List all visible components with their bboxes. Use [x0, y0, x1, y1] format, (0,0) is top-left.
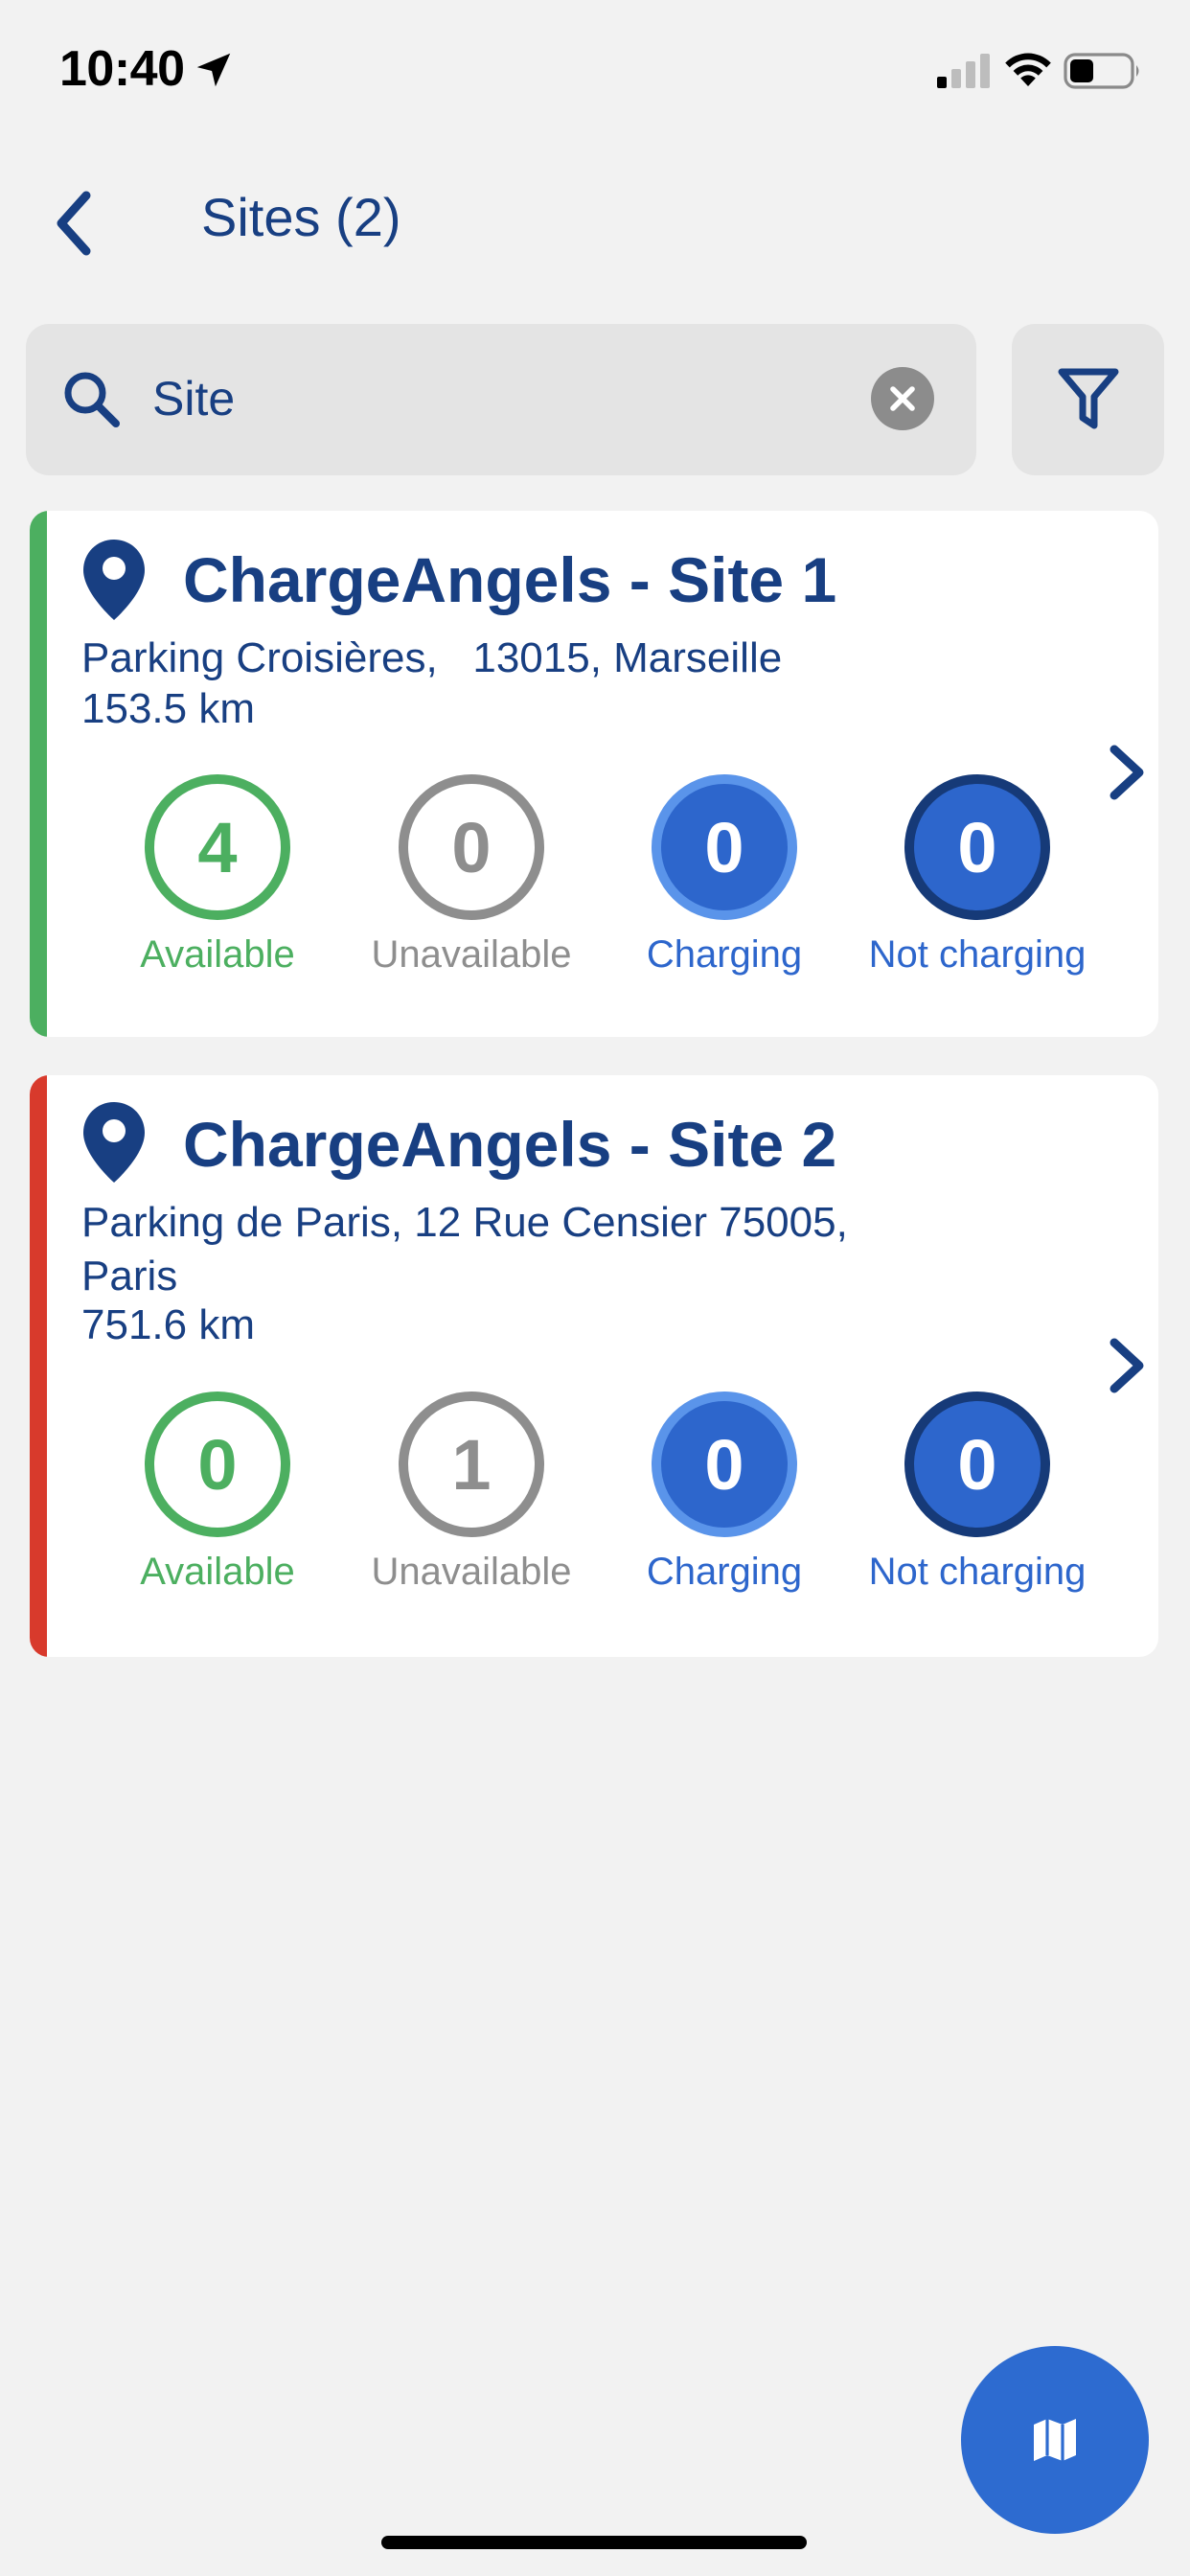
wifi-icon — [1005, 53, 1051, 86]
site-card-2[interactable]: ChargeAngels - Site 2 Parking de Paris, … — [30, 1075, 1158, 1657]
stat-not-charging: 0 Not charging — [851, 1392, 1104, 1594]
filter-button[interactable] — [1012, 324, 1164, 475]
search-icon — [64, 372, 120, 427]
battery-icon — [1064, 53, 1139, 89]
status-accent-bar — [30, 1075, 47, 1657]
stat-charging: 0 Charging — [598, 774, 851, 977]
charging-count: 0 — [652, 1392, 797, 1537]
not-charging-label: Not charging — [868, 933, 1087, 976]
charging-label: Charging — [646, 933, 803, 976]
location-arrow-icon — [196, 53, 231, 87]
unavailable-count: 1 — [399, 1392, 544, 1537]
stat-available: 4 Available — [91, 774, 344, 977]
stat-unavailable: 0 Unavailable — [345, 774, 598, 977]
stat-unavailable: 1 Unavailable — [345, 1392, 598, 1594]
site-address: Parking Croisières, 13015, Marseille — [81, 634, 783, 681]
unavailable-label: Unavailable — [371, 1551, 572, 1593]
map-view-button[interactable] — [961, 2346, 1149, 2534]
not-charging-count: 0 — [904, 1392, 1050, 1537]
charging-count: 0 — [652, 774, 797, 920]
funnel-icon — [1058, 368, 1118, 429]
not-charging-label: Not charging — [868, 1551, 1087, 1593]
site-name: ChargeAngels - Site 2 — [183, 1109, 837, 1180]
clear-search-button[interactable] — [871, 367, 934, 430]
available-label: Available — [140, 1551, 295, 1593]
site-distance: 153.5 km — [81, 685, 255, 732]
site-card-1[interactable]: ChargeAngels - Site 1 Parking Croisières… — [30, 511, 1158, 1037]
back-button[interactable] — [44, 180, 102, 266]
map-icon — [1034, 2419, 1076, 2461]
stat-available: 0 Available — [91, 1392, 344, 1594]
status-bar: 10:40 — [0, 0, 1190, 144]
unavailable-label: Unavailable — [371, 933, 572, 976]
charging-label: Charging — [646, 1551, 803, 1593]
page-title: Sites (2) — [201, 187, 401, 247]
site-name: ChargeAngels - Site 1 — [183, 544, 837, 615]
home-indicator — [381, 2536, 807, 2549]
search-input[interactable] — [152, 351, 861, 447]
available-label: Available — [140, 933, 295, 976]
site-address: Parking de Paris, 12 Rue Censier 75005, … — [81, 1199, 848, 1300]
location-pin-icon — [83, 1102, 145, 1183]
chevron-left-icon — [57, 191, 91, 256]
cellular-signal-icon — [937, 54, 990, 88]
nav-bar: Sites (2) — [0, 163, 1190, 278]
available-count: 0 — [145, 1392, 290, 1537]
status-accent-bar — [30, 511, 47, 1037]
location-pin-icon — [83, 540, 145, 620]
not-charging-count: 0 — [904, 774, 1050, 920]
clear-x-icon — [890, 386, 915, 411]
status-time: 10:40 — [59, 41, 185, 97]
available-count: 4 — [145, 774, 290, 920]
stat-not-charging: 0 Not charging — [851, 774, 1104, 977]
chevron-right-icon — [1110, 745, 1144, 800]
chevron-right-icon — [1110, 1338, 1144, 1393]
unavailable-count: 0 — [399, 774, 544, 920]
search-box[interactable] — [26, 324, 976, 475]
stat-charging: 0 Charging — [598, 1392, 851, 1594]
site-distance: 751.6 km — [81, 1301, 255, 1348]
